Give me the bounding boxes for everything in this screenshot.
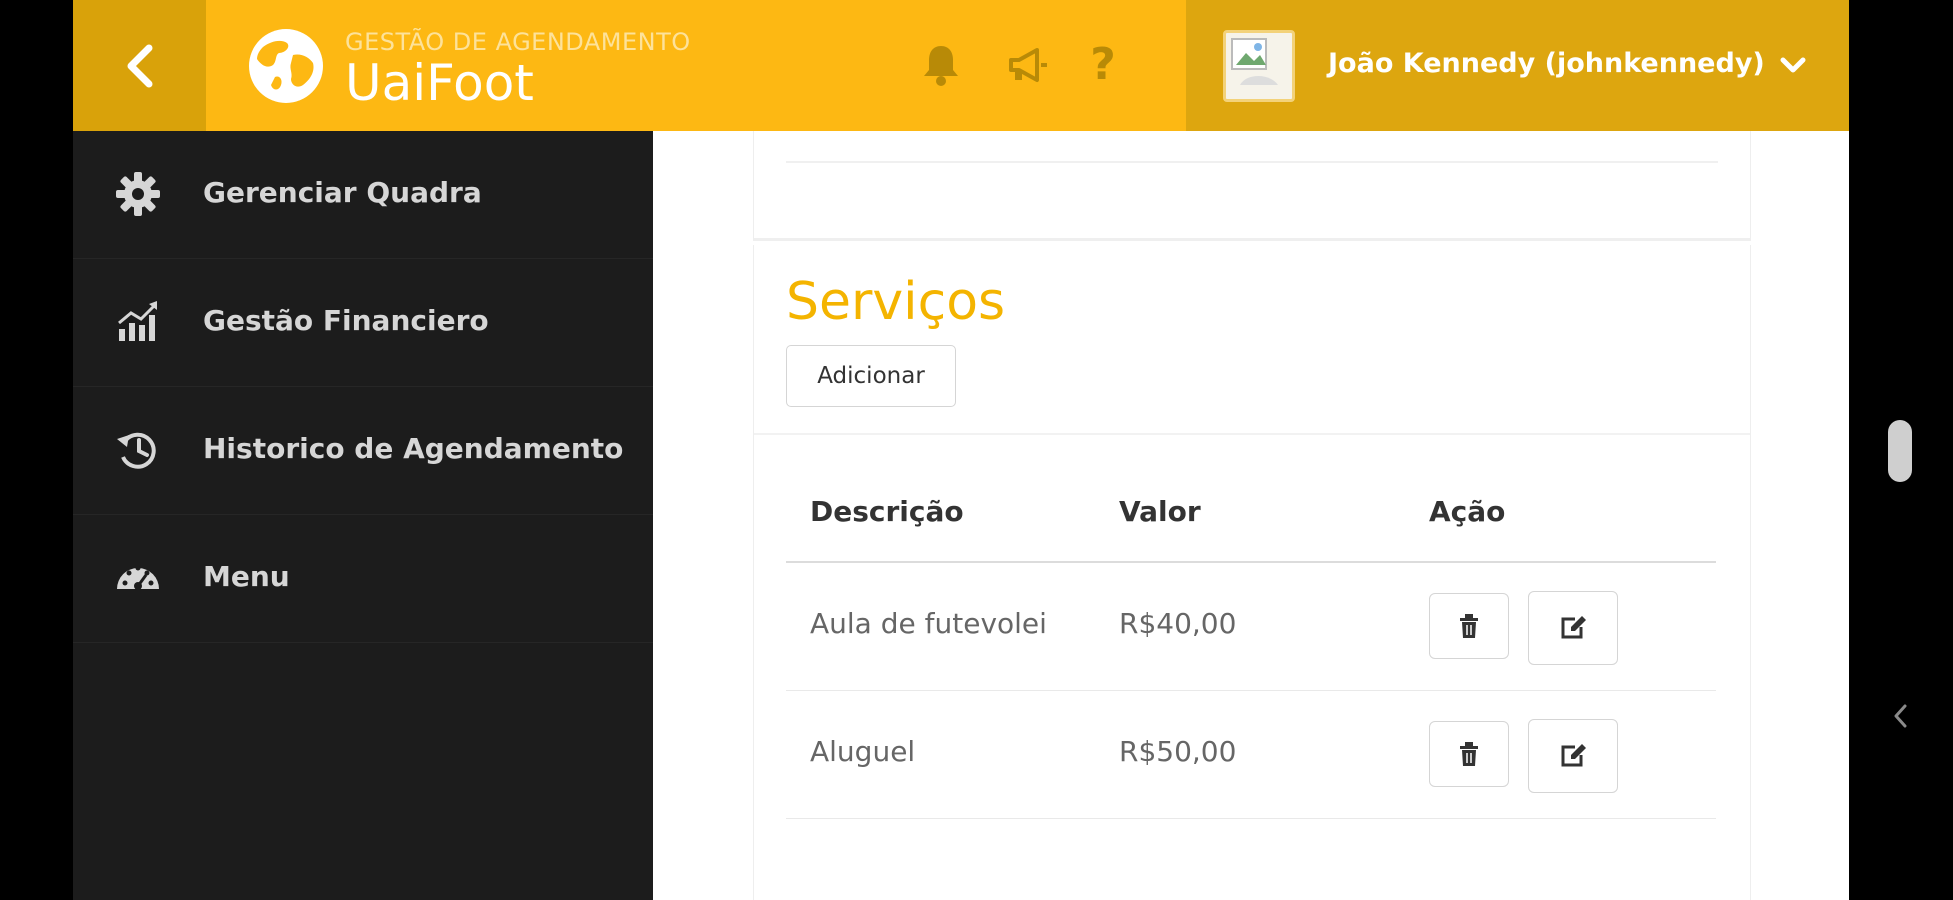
panel-header: Serviços Adicionar — [754, 245, 1750, 435]
sidebar-item-historico[interactable]: Historico de Agendamento — [73, 387, 653, 515]
question-icon[interactable]: ? — [1078, 40, 1128, 90]
cell-descricao: Aluguel — [810, 735, 916, 768]
top-header: GESTÃO DE AGENDAMENTO UaiFoot ? João Ken… — [73, 0, 1849, 131]
services-table: Descrição Valor Ação Aula de futevolei R… — [786, 433, 1716, 819]
sidebar-item-label: Menu — [203, 560, 290, 593]
globe-icon — [249, 29, 323, 103]
edit-button[interactable] — [1528, 591, 1618, 665]
services-panel: Serviços Adicionar Descrição Valor Ação … — [753, 245, 1751, 900]
cell-valor: R$40,00 — [1119, 607, 1237, 640]
app-window: GESTÃO DE AGENDAMENTO UaiFoot ? João Ken… — [73, 0, 1849, 900]
column-header-acao: Ação — [1429, 495, 1506, 528]
chart-icon — [118, 301, 157, 341]
broken-image-icon — [1231, 38, 1278, 85]
sidebar: Gerenciar Quadra Gestão Financiero Histo… — [73, 131, 653, 900]
back-chevron-icon — [127, 44, 152, 87]
cell-descricao: Aula de futevolei — [810, 607, 1047, 640]
previous-panel — [753, 131, 1751, 241]
chevron-down-icon[interactable] — [1780, 56, 1806, 76]
avatar[interactable] — [1223, 30, 1295, 102]
dashboard-icon — [117, 565, 159, 590]
edit-button[interactable] — [1528, 719, 1618, 793]
megaphone-icon[interactable] — [1003, 40, 1053, 90]
sidebar-item-label: Gerenciar Quadra — [203, 176, 482, 209]
edit-icon — [1561, 616, 1586, 639]
sidebar-item-label: Gestão Financiero — [203, 304, 489, 337]
cell-valor: R$50,00 — [1119, 735, 1237, 768]
brand-title: UaiFoot — [345, 54, 534, 112]
section-title: Serviços — [786, 272, 1006, 332]
divider — [786, 161, 1718, 163]
delete-button[interactable] — [1429, 721, 1509, 787]
table-row: Aluguel R$50,00 — [786, 691, 1716, 819]
scrollbar-thumb[interactable] — [1888, 420, 1912, 482]
column-header-valor: Valor — [1119, 495, 1201, 528]
edit-icon — [1561, 744, 1586, 767]
brand-subtitle: GESTÃO DE AGENDAMENTO — [345, 28, 691, 56]
column-header-descricao: Descrição — [810, 495, 964, 528]
bell-icon[interactable] — [916, 40, 966, 90]
gear-icon — [116, 172, 160, 216]
table-header: Descrição Valor Ação — [786, 433, 1716, 563]
side-panel-chevron-icon[interactable] — [1893, 703, 1909, 729]
add-button[interactable]: Adicionar — [786, 345, 956, 407]
sidebar-item-gestao-financiero[interactable]: Gestão Financiero — [73, 259, 653, 387]
back-button[interactable] — [73, 0, 206, 131]
sidebar-item-gerenciar-quadra[interactable]: Gerenciar Quadra — [73, 131, 653, 259]
table-row: Aula de futevolei R$40,00 — [786, 563, 1716, 691]
trash-icon — [1460, 742, 1478, 766]
main-content: Serviços Adicionar Descrição Valor Ação … — [653, 131, 1849, 900]
history-icon — [117, 432, 156, 469]
user-name[interactable]: João Kennedy (johnkennedy) — [1328, 48, 1765, 79]
trash-icon — [1460, 614, 1478, 638]
delete-button[interactable] — [1429, 593, 1509, 659]
sidebar-item-menu[interactable]: Menu — [73, 515, 653, 643]
sidebar-item-label: Historico de Agendamento — [203, 432, 624, 465]
